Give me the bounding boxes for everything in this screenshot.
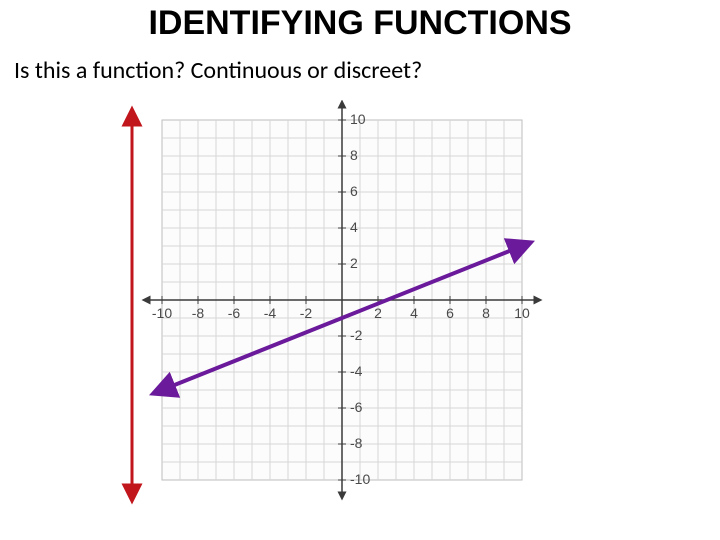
question-text: Is this a function? Continuous or discre… [14,56,422,85]
ytick: 2 [350,255,358,271]
ytick: 4 [350,219,358,235]
graph-svg: -10 -8 -6 -4 -2 2 4 6 8 10 10 8 6 4 2 -2… [72,100,572,510]
xtick: -2 [300,305,313,321]
slide: IDENTIFYING FUNCTIONS Is this a function… [0,0,720,540]
ytick: -10 [350,471,370,487]
ytick: -6 [350,399,363,415]
ytick: -2 [350,327,363,343]
xtick: -8 [192,305,205,321]
xtick: 6 [446,305,454,321]
xtick: 8 [482,305,490,321]
ytick: 10 [350,111,366,127]
xtick: 4 [410,305,418,321]
ytick: -4 [350,363,363,379]
xtick: 10 [514,305,530,321]
page-title: IDENTIFYING FUNCTIONS [0,4,720,43]
xtick: -6 [228,305,241,321]
ytick: -8 [350,435,363,451]
xtick: -10 [152,305,172,321]
ytick: 6 [350,183,358,199]
xtick: 2 [374,305,382,321]
coordinate-graph: -10 -8 -6 -4 -2 2 4 6 8 10 10 8 6 4 2 -2… [72,100,572,510]
xtick: -4 [264,305,277,321]
ytick: 8 [350,147,358,163]
